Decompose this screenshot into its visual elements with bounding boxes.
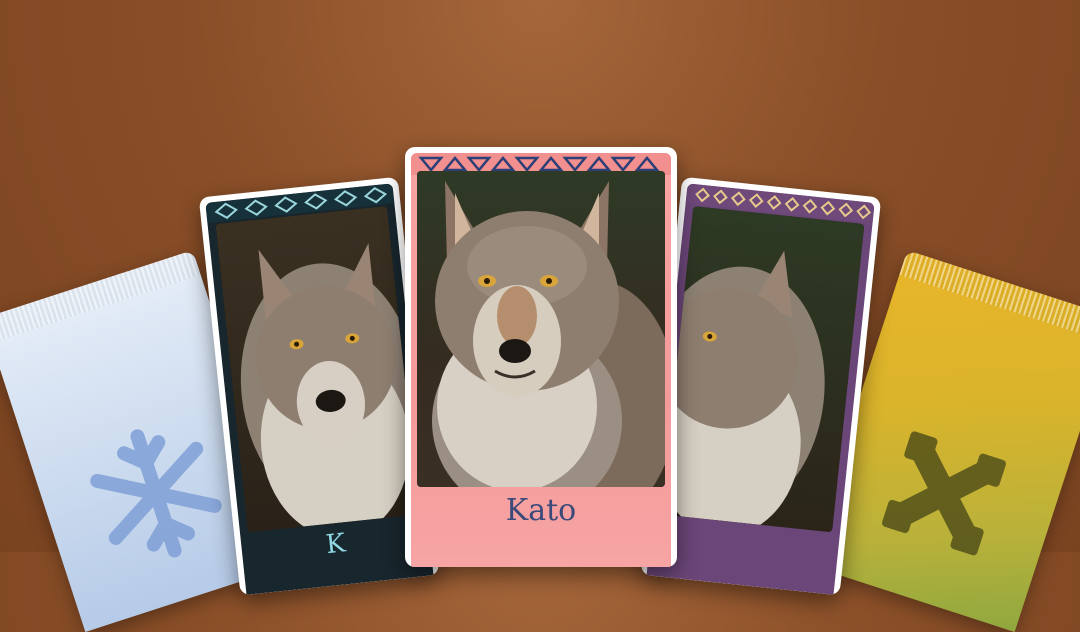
pack-crimp xyxy=(899,250,1080,343)
card-showcase: K Kato xyxy=(0,0,1080,632)
creature-card-selected[interactable]: Kato xyxy=(405,147,677,567)
card-face: Kato xyxy=(411,153,671,567)
card-photo xyxy=(417,171,665,487)
card-photo xyxy=(215,206,420,533)
wolf-image xyxy=(215,206,420,533)
wolf-image xyxy=(417,171,665,487)
card-face xyxy=(646,183,875,595)
creature-card-left[interactable]: K xyxy=(198,176,440,596)
snowflake-icon xyxy=(90,429,222,558)
wolf-image xyxy=(660,206,865,533)
pack-crimp xyxy=(0,250,201,343)
card-name: Kato xyxy=(505,493,577,528)
card-face: K xyxy=(205,183,434,595)
leaf-cross-icon xyxy=(882,431,1006,556)
card-photo xyxy=(660,206,865,533)
